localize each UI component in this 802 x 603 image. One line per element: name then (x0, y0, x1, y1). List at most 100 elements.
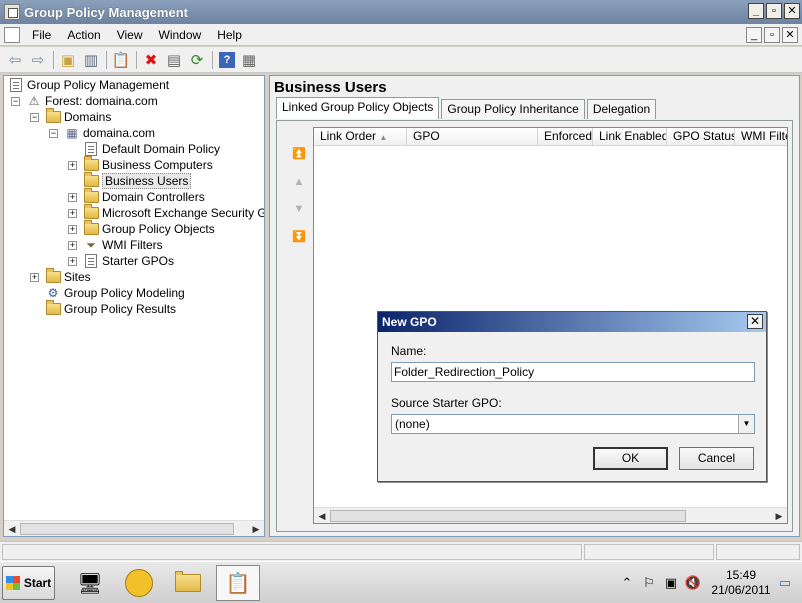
column-enforced[interactable]: Enforced (538, 128, 593, 146)
tree-item-exchange-security-groups[interactable]: Microsoft Exchange Security Grou (83, 204, 264, 221)
tree-item-group-policy-objects[interactable]: Group Policy Objects (83, 220, 215, 237)
select-value: (none) (395, 417, 430, 431)
column-gpo-status[interactable]: GPO Status (667, 128, 735, 146)
taskbar: Start 🖥 📋 ⌃ ⚐ ▣ 🔇 15:49 21/06/2011 ▭ (0, 561, 802, 603)
ou-folder-icon (83, 188, 99, 205)
delete-icon[interactable]: ✖ (140, 49, 162, 71)
menu-action[interactable]: Action (59, 24, 108, 46)
expand-icon[interactable]: + (68, 241, 77, 250)
tree-item-business-users[interactable]: Business Users (83, 172, 192, 189)
tree-item-wmi-filters[interactable]: ⏷ WMI Filters (83, 237, 162, 253)
modeling-icon: ⚙ (47, 286, 59, 300)
column-link-order[interactable]: Link Order ▲ (314, 128, 407, 146)
action-center-flag-icon[interactable]: ⚐ (640, 574, 658, 592)
up-folder-icon[interactable]: ▣ (57, 49, 79, 71)
scroll-left-icon[interactable]: ◀ (314, 508, 330, 523)
clock[interactable]: 15:49 21/06/2011 (706, 568, 776, 598)
mdi-restore-button[interactable]: ▫ (764, 27, 780, 43)
expand-icon[interactable]: + (68, 193, 77, 202)
gpmc-taskbar-button[interactable]: 📋 (216, 565, 260, 601)
gpo-container-icon (83, 220, 99, 237)
move-down-icon[interactable]: ▼ (291, 201, 307, 217)
dialog-close-button[interactable]: ✕ (747, 314, 763, 329)
column-wmi-filter[interactable]: WMI Filte (735, 128, 787, 146)
collapse-icon[interactable]: − (49, 129, 58, 138)
show-hide-tree-icon[interactable]: ▥ (80, 49, 102, 71)
clipboard-icon[interactable]: 📋 (110, 49, 132, 71)
wmi-filter-icon: ⏷ (86, 237, 96, 252)
expand-icon[interactable]: + (68, 257, 77, 266)
gpm-icon (8, 77, 24, 93)
source-starter-gpo-label: Source Starter GPO: (391, 396, 502, 410)
source-starter-gpo-select[interactable]: (none) ▼ (391, 414, 755, 434)
move-up-icon[interactable]: ▲ (291, 174, 307, 190)
tab-delegation[interactable]: Delegation (586, 99, 657, 119)
tree-item-gp-results[interactable]: Group Policy Results (45, 300, 176, 317)
tree-item-domain-controllers[interactable]: Domain Controllers (83, 188, 205, 205)
close-button[interactable]: ✕ (784, 3, 800, 19)
expand-icon[interactable]: + (68, 225, 77, 234)
mdi-minimize-button[interactable]: _ (746, 27, 762, 43)
refresh-icon[interactable]: ⟳ (186, 49, 208, 71)
collapse-icon[interactable]: − (30, 113, 39, 122)
page-title: Business Users (274, 79, 387, 96)
server-manager-icon[interactable]: 🖥 (68, 565, 112, 601)
scroll-thumb[interactable] (330, 510, 686, 522)
help-icon[interactable]: ? (219, 51, 235, 68)
scroll-right-icon[interactable]: ▶ (771, 508, 787, 523)
mdi-close-button[interactable]: ✕ (782, 27, 798, 43)
tree-item-sites[interactable]: Sites (45, 268, 91, 285)
tree-item-gp-modeling[interactable]: ⚙ Group Policy Modeling (45, 285, 185, 301)
tab-linked-gpos[interactable]: Linked Group Policy Objects (276, 97, 440, 119)
column-link-enabled[interactable]: Link Enabled (593, 128, 667, 146)
move-bottom-icon[interactable]: ⏬ (291, 229, 307, 245)
list-horizontal-scrollbar[interactable]: ◀ ▶ (314, 507, 787, 523)
menu-window[interactable]: Window (151, 24, 210, 46)
forward-icon[interactable]: ⇨ (27, 49, 49, 71)
tree-item-domains[interactable]: Domains (45, 108, 111, 125)
tree-item-gpm-root[interactable]: Group Policy Management (8, 77, 169, 93)
tree-horizontal-scrollbar[interactable]: ◀ ▶ (4, 520, 264, 536)
tree-item-domain[interactable]: ▦ domaina.com (64, 125, 155, 141)
tab-inheritance[interactable]: Group Policy Inheritance (441, 99, 585, 119)
toolbar-separator (106, 50, 107, 69)
start-button[interactable]: Start (2, 566, 55, 600)
collapse-icon[interactable]: − (11, 97, 20, 106)
toolbar: ⇦ ⇨ ▣ ▥ 📋 ✖ ▤ ⟳ ? ▦ (0, 47, 802, 73)
scroll-thumb[interactable] (20, 523, 234, 535)
menu-help[interactable]: Help (209, 24, 250, 46)
gpmc-app-icon[interactable] (4, 4, 20, 20)
network-icon[interactable]: ▣ (662, 574, 680, 592)
show-desktop-icon[interactable]: ▭ (776, 574, 794, 592)
ok-button[interactable]: OK (593, 447, 668, 470)
show-hidden-icons-icon[interactable]: ⌃ (618, 574, 636, 592)
explorer-icon[interactable] (166, 565, 210, 601)
gpo-link-icon (83, 141, 99, 157)
expand-icon[interactable]: + (68, 161, 77, 170)
scroll-left-icon[interactable]: ◀ (4, 521, 20, 536)
scroll-right-icon[interactable]: ▶ (248, 521, 264, 536)
console-document-icon[interactable] (4, 26, 20, 43)
expand-icon[interactable]: + (68, 209, 77, 218)
cancel-button[interactable]: Cancel (679, 447, 754, 470)
maximize-button[interactable]: ▫ (766, 3, 782, 19)
export-list-icon[interactable]: ▦ (238, 49, 260, 71)
tree-item-starter-gpos[interactable]: Starter GPOs (83, 253, 174, 269)
menu-file[interactable]: File (24, 24, 59, 46)
minimize-button[interactable]: _ (748, 3, 764, 19)
volume-muted-icon[interactable]: 🔇 (684, 574, 702, 592)
expand-icon[interactable]: + (30, 273, 39, 282)
system-tray: ⌃ ⚐ ▣ 🔇 15:49 21/06/2011 ▭ (618, 566, 800, 600)
menu-view[interactable]: View (109, 24, 151, 46)
properties-icon[interactable]: ▤ (163, 49, 185, 71)
move-top-icon[interactable]: ⏫ (291, 146, 307, 162)
tree-item-business-computers[interactable]: Business Computers (83, 156, 213, 173)
dropdown-arrow-icon[interactable]: ▼ (738, 415, 754, 433)
column-gpo[interactable]: GPO (407, 128, 538, 146)
tree-item-default-domain-policy[interactable]: Default Domain Policy (83, 141, 220, 157)
tree-item-forest[interactable]: ⚠ Forest: domaina.com (26, 93, 158, 109)
console-tree[interactable]: Group Policy Management − ⚠ Forest: doma… (3, 75, 265, 537)
back-icon[interactable]: ⇦ (4, 49, 26, 71)
powershell-icon[interactable] (117, 565, 161, 601)
gpo-name-input[interactable] (391, 362, 755, 382)
